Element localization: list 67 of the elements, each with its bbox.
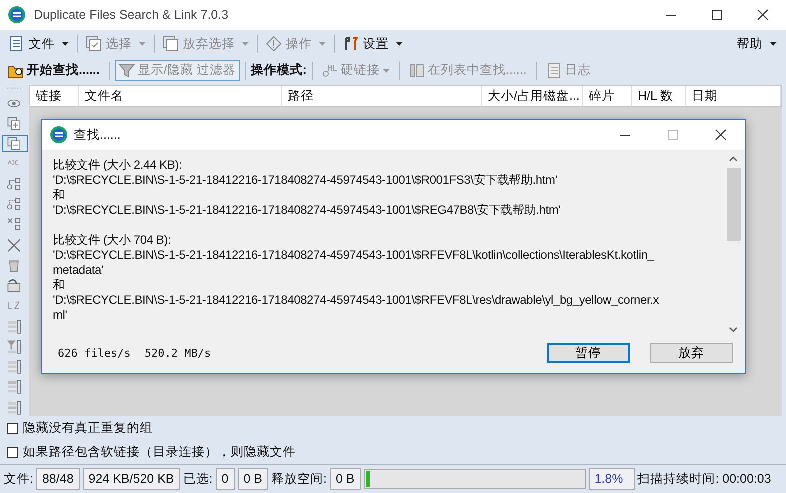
- stacked-squares-icon: [163, 36, 179, 52]
- list-icon: [408, 62, 425, 78]
- hl-link-icon: [322, 62, 338, 78]
- scrollbar-thumb[interactable]: [726, 168, 740, 241]
- scan-duration: 扫描持续时间: 00:00:03: [638, 470, 772, 488]
- dropdown-caret-icon: [319, 42, 326, 46]
- dropdown-caret-icon: [396, 42, 403, 46]
- app-logo-icon: [50, 126, 68, 144]
- dropdown-caret-icon: [770, 42, 777, 46]
- option-label: 隐藏没有真正重复的组: [23, 420, 153, 436]
- log-line: 和: [53, 188, 66, 203]
- diamond-icon: [266, 36, 282, 52]
- selected-label: 已选:: [183, 470, 213, 488]
- log-line: 比较文件 (大小 704 B):: [53, 233, 172, 248]
- progress-percent: 1.8%: [588, 468, 635, 490]
- log-line: 'D:\$RECYCLE.BIN\S-1-5-21-18412216-1718408274-45974543-1001\$R001FS3\安下载帮助.htm': [53, 173, 558, 188]
- start-search-button[interactable]: 开始查找......: [4, 60, 104, 81]
- search-rate: 626 files/s: [58, 346, 131, 360]
- document-icon: [9, 36, 25, 52]
- log-line: metadata': [53, 263, 105, 278]
- files-count: 88/48: [36, 468, 80, 490]
- selected-size: 0 B: [238, 468, 268, 490]
- dialog-title: 查找......: [74, 126, 121, 144]
- app-logo-icon: [8, 6, 26, 24]
- column-header[interactable]: 大小/占用磁盘...: [482, 86, 583, 106]
- remove-squares-icon[interactable]: [2, 135, 28, 152]
- close-icon[interactable]: [757, 9, 769, 21]
- column-header[interactable]: 链接: [30, 86, 79, 106]
- freed-space-value: 0 B: [330, 468, 361, 490]
- log-line: 'D:\$RECYCLE.BIN\S-1-5-21-18412216-1718408274-45974543-1001\$RFEVF8L\res\drawable\yl_bg_yellow_corner.x: [53, 293, 660, 308]
- tools-icon: [343, 36, 359, 52]
- menu-item[interactable]: 文件: [6, 34, 72, 54]
- scroll-down-icon[interactable]: [729, 327, 738, 333]
- dropdown-caret-icon: [62, 42, 69, 46]
- page-icon: [546, 62, 562, 78]
- help-menu[interactable]: 帮助: [734, 34, 780, 54]
- funnel-icon: [118, 62, 135, 78]
- selected-count: 0: [216, 468, 235, 490]
- log-line: 和: [53, 278, 66, 293]
- column-header[interactable]: 日期: [686, 86, 781, 106]
- files-size: 924 KB/520 KB: [82, 468, 180, 490]
- close-icon[interactable]: [715, 129, 727, 141]
- dropdown-caret-icon: [139, 42, 146, 46]
- log-line: ml': [53, 308, 68, 323]
- checkbox[interactable]: [7, 422, 18, 434]
- column-header[interactable]: H/L 数: [632, 86, 686, 106]
- dropdown-caret-icon: [242, 42, 249, 46]
- mode-label: 操作模式:: [250, 62, 307, 79]
- log-line: 'D:\$RECYCLE.BIN\S-1-5-21-18412216-1718408274-45974543-1001\$RFEVF8L\kotlin\collections\IterablesKt.kotlin_: [53, 248, 656, 263]
- maximize-icon[interactable]: [711, 9, 723, 21]
- throughput-rate: 520.2 MB/s: [144, 346, 212, 360]
- dropdown-caret-icon: [382, 68, 390, 72]
- window-title: Duplicate Files Search & Link 7.0.3: [34, 8, 229, 22]
- files-label: 文件:: [4, 470, 34, 488]
- checked-squares-icon: [86, 36, 102, 52]
- option-label: 如果路径包含软链接（目录连接），则隐藏文件: [23, 444, 296, 460]
- freed-space-label: 释放空间:: [271, 470, 327, 488]
- checkbox[interactable]: [7, 446, 18, 458]
- column-header[interactable]: 文件名: [79, 86, 282, 106]
- column-header[interactable]: 路径: [282, 86, 482, 106]
- log-line: 比较文件 (大小 2.44 KB):: [53, 158, 184, 173]
- log-line: 'D:\$RECYCLE.BIN\S-1-5-21-18412216-1718408274-45974543-1001\$REG47B8\安下载帮助.htm': [53, 203, 562, 218]
- scroll-up-icon[interactable]: [729, 156, 738, 162]
- dialog-button[interactable]: 暂停: [547, 343, 630, 363]
- column-header[interactable]: 碎片: [583, 86, 632, 106]
- menu-item[interactable]: 设置: [340, 34, 406, 54]
- dialog-button[interactable]: 放弃: [650, 343, 733, 363]
